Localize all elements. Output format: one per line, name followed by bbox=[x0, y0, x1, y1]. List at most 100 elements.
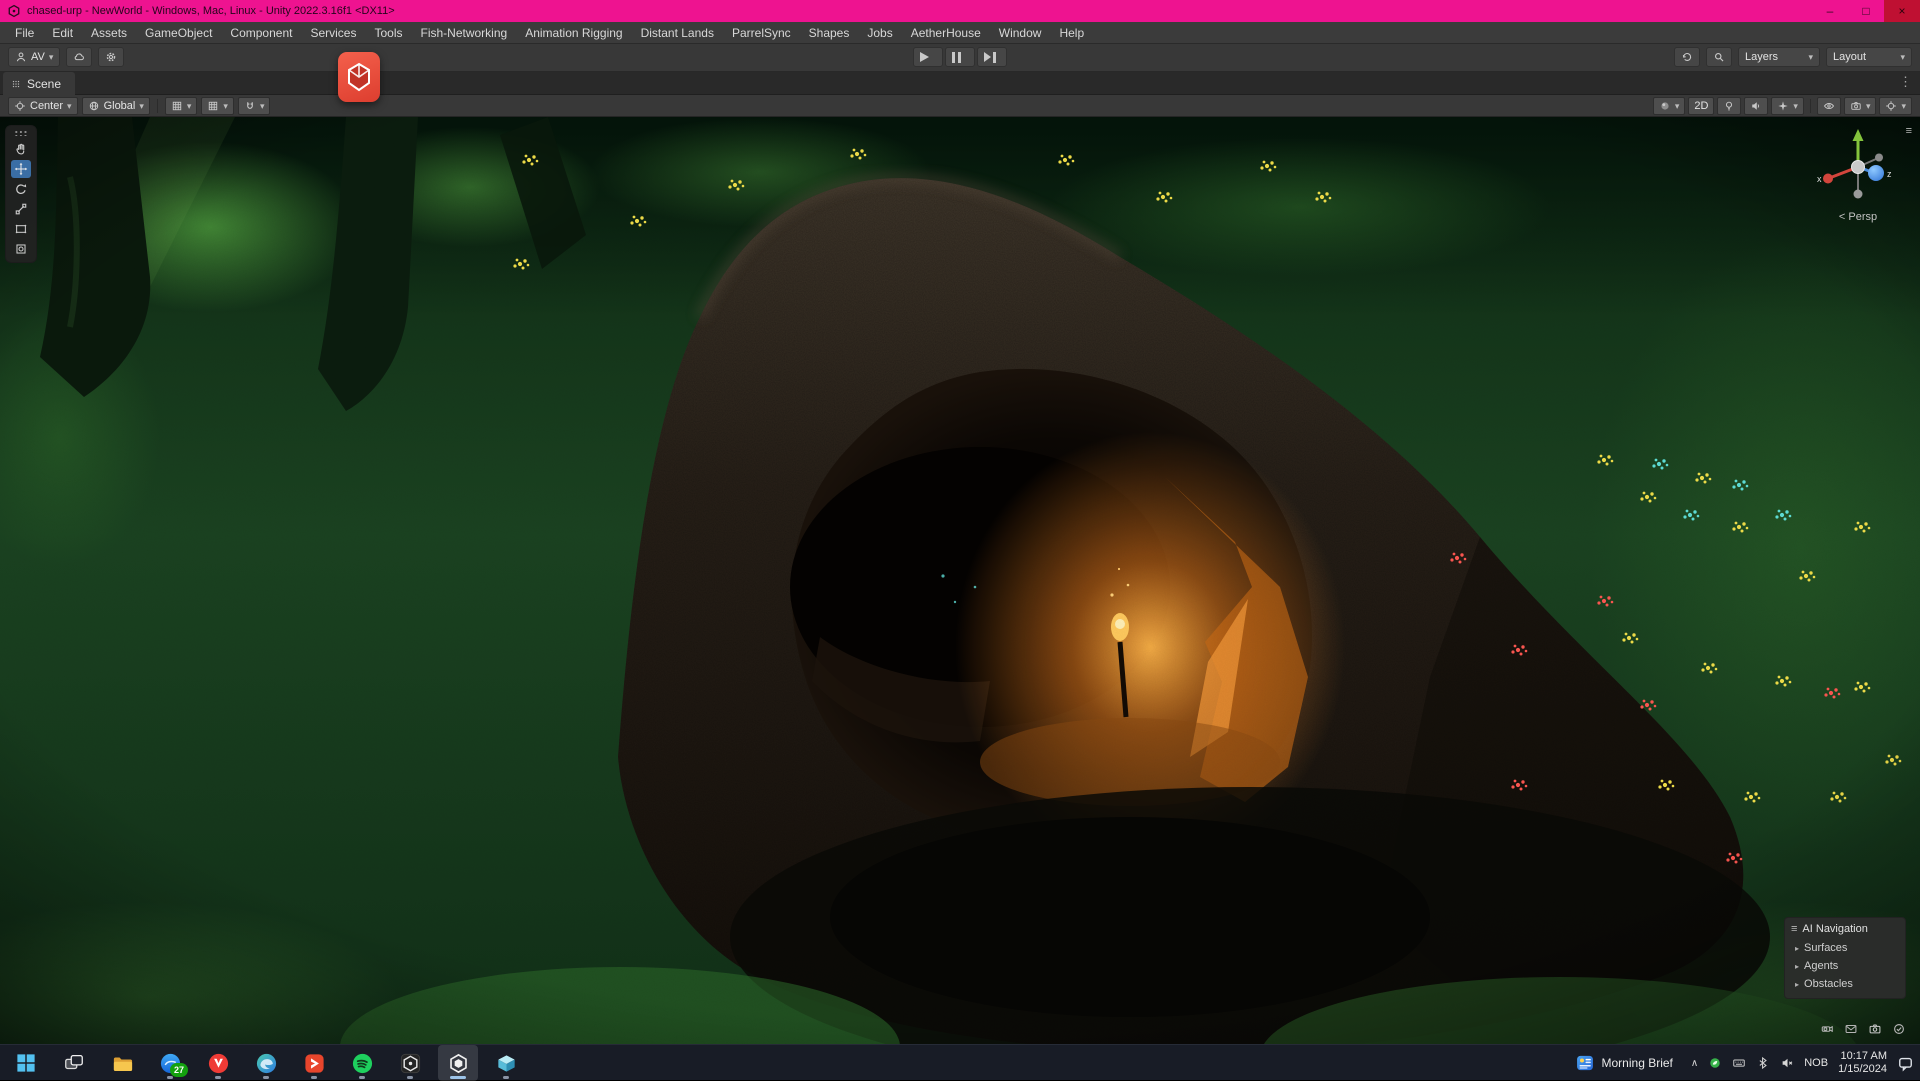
person-icon bbox=[15, 51, 27, 63]
file-explorer-button[interactable] bbox=[102, 1045, 142, 1081]
overlay-mail-icon[interactable] bbox=[1844, 1022, 1858, 1036]
volume-muted-icon[interactable] bbox=[1780, 1056, 1794, 1070]
overlay-check-icon[interactable] bbox=[1892, 1022, 1906, 1036]
grid-snapping-dropdown[interactable]: ▾ bbox=[165, 97, 198, 115]
spotify-button[interactable] bbox=[342, 1045, 382, 1081]
keyboard-language-label[interactable]: NOB bbox=[1804, 1057, 1828, 1069]
layout-dropdown[interactable]: Layout ▾ bbox=[1826, 47, 1912, 67]
layers-dropdown[interactable]: Layers ▾ bbox=[1738, 47, 1820, 67]
projection-label[interactable]: < Persp bbox=[1812, 211, 1904, 223]
tab-scene[interactable]: Scene bbox=[3, 72, 75, 95]
browser-button-with-badge[interactable]: 27 bbox=[150, 1045, 190, 1081]
cloud-button[interactable] bbox=[66, 47, 92, 67]
play-icon bbox=[920, 52, 929, 62]
menu-window[interactable]: Window bbox=[990, 22, 1051, 44]
orientation-dropdown[interactable]: Global ▾ bbox=[82, 97, 150, 115]
rect-tool[interactable] bbox=[11, 220, 31, 238]
scene-visibility-button[interactable] bbox=[1817, 97, 1841, 115]
neg-x-handle[interactable] bbox=[1875, 154, 1883, 162]
neg-y-handle[interactable] bbox=[1854, 190, 1863, 199]
menu-distant-lands[interactable]: Distant Lands bbox=[632, 22, 723, 44]
kite-button[interactable] bbox=[294, 1045, 334, 1081]
gizmos-dropdown[interactable]: ▾ bbox=[1879, 97, 1912, 115]
pause-button[interactable] bbox=[945, 47, 975, 67]
z-axis-handle[interactable] bbox=[1868, 165, 1884, 181]
overlay-camera-icon[interactable] bbox=[1868, 1022, 1882, 1036]
pause-icon bbox=[952, 52, 961, 63]
tray-chevron-up-icon[interactable]: ∧ bbox=[1691, 1058, 1698, 1069]
rotate-tool[interactable] bbox=[11, 180, 31, 198]
grid-visibility-dropdown[interactable]: ▾ bbox=[201, 97, 234, 115]
menu-component[interactable]: Component bbox=[221, 22, 301, 44]
clock[interactable]: 10:17 AM 1/15/2024 bbox=[1838, 1050, 1887, 1076]
toggle-2d-button[interactable]: 2D bbox=[1688, 97, 1714, 115]
ai-navigation-panel[interactable]: ≡ AI Navigation ▸ Surfaces ▸ Agents ▸ Ob… bbox=[1784, 917, 1906, 999]
minimize-button[interactable]: – bbox=[1812, 0, 1848, 22]
search-button[interactable] bbox=[1706, 47, 1732, 67]
undo-history-button[interactable] bbox=[1674, 47, 1700, 67]
menu-jobs[interactable]: Jobs bbox=[858, 22, 901, 44]
menu-services[interactable]: Services bbox=[301, 22, 365, 44]
transform-tool[interactable] bbox=[11, 240, 31, 258]
services-button[interactable] bbox=[98, 47, 124, 67]
ai-nav-obstacles[interactable]: ▸ Obstacles bbox=[1791, 975, 1899, 993]
tools-overlay[interactable] bbox=[5, 125, 37, 263]
hamburger-icon[interactable]: ≡ bbox=[1791, 923, 1797, 935]
x-axis-handle[interactable] bbox=[1823, 174, 1833, 184]
task-view-button[interactable] bbox=[54, 1045, 94, 1081]
speaker-icon bbox=[1750, 100, 1762, 112]
tray-bluetooth-icon[interactable] bbox=[1756, 1056, 1770, 1070]
play-button[interactable] bbox=[913, 47, 943, 67]
overlay-projector-icon[interactable] bbox=[1820, 1022, 1834, 1036]
tray-keyboard-icon[interactable] bbox=[1732, 1056, 1746, 1070]
audio-toggle-button[interactable] bbox=[1744, 97, 1768, 115]
menu-gameobject[interactable]: GameObject bbox=[136, 22, 221, 44]
move-tool[interactable] bbox=[11, 160, 31, 178]
snap-settings-dropdown[interactable]: ▾ bbox=[238, 97, 271, 115]
menu-edit[interactable]: Edit bbox=[43, 22, 82, 44]
ai-nav-surfaces[interactable]: ▸ Surfaces bbox=[1791, 939, 1899, 957]
scene-viewport[interactable]: ≡ x z < Persp ≡ AI Navigation ▸ Surfaces… bbox=[0, 117, 1920, 1044]
menu-assets[interactable]: Assets bbox=[82, 22, 136, 44]
shading-mode-dropdown[interactable]: ▾ bbox=[1653, 97, 1686, 115]
unity-editor-button[interactable] bbox=[438, 1045, 478, 1081]
menu-fish-networking[interactable]: Fish-Networking bbox=[411, 22, 516, 44]
menu-aetherhouse[interactable]: AetherHouse bbox=[902, 22, 990, 44]
drag-handle-icon[interactable] bbox=[14, 130, 28, 136]
scale-tool[interactable] bbox=[11, 200, 31, 218]
folder-icon bbox=[111, 1052, 134, 1075]
menu-help[interactable]: Help bbox=[1050, 22, 1093, 44]
menu-file[interactable]: File bbox=[6, 22, 43, 44]
lighting-toggle-button[interactable] bbox=[1717, 97, 1741, 115]
effects-dropdown[interactable]: ▾ bbox=[1771, 97, 1804, 115]
scene-orientation-gizmo[interactable]: x z bbox=[1812, 121, 1904, 213]
menu-animation-rigging[interactable]: Animation Rigging bbox=[516, 22, 631, 44]
chevron-down-icon: ▾ bbox=[1793, 102, 1798, 111]
start-button[interactable] bbox=[6, 1045, 46, 1081]
y-axis-cone[interactable] bbox=[1853, 129, 1864, 141]
camera-settings-dropdown[interactable]: ▾ bbox=[1844, 97, 1877, 115]
overlay-menu-icon[interactable]: ≡ bbox=[1906, 125, 1912, 137]
floating-app-icon[interactable] bbox=[338, 52, 380, 102]
menu-parrelsync[interactable]: ParrelSync bbox=[723, 22, 800, 44]
pivot-dropdown[interactable]: Center ▾ bbox=[8, 97, 78, 115]
tray-green-app-icon[interactable] bbox=[1708, 1056, 1722, 1070]
tab-menu-icon[interactable]: ⋮ bbox=[1899, 74, 1912, 90]
cube-app-button[interactable] bbox=[486, 1045, 526, 1081]
window-titlebar[interactable]: chased-urp - NewWorld - Windows, Mac, Li… bbox=[0, 0, 1920, 22]
notification-center-icon[interactable] bbox=[1897, 1055, 1914, 1072]
ai-nav-agents[interactable]: ▸ Agents bbox=[1791, 957, 1899, 975]
view-hand-tool[interactable] bbox=[11, 140, 31, 158]
vivaldi-button[interactable] bbox=[198, 1045, 238, 1081]
menu-shapes[interactable]: Shapes bbox=[800, 22, 859, 44]
menu-tools[interactable]: Tools bbox=[365, 22, 411, 44]
edge-button[interactable] bbox=[246, 1045, 286, 1081]
account-dropdown[interactable]: AV ▾ bbox=[8, 47, 60, 67]
tab-bar: Scene ⋮ bbox=[0, 72, 1920, 95]
step-button[interactable] bbox=[977, 47, 1007, 67]
gizmo-center[interactable] bbox=[1852, 161, 1865, 174]
close-button[interactable]: × bbox=[1884, 0, 1920, 22]
maximize-button[interactable]: □ bbox=[1848, 0, 1884, 22]
unity-hub-button[interactable] bbox=[390, 1045, 430, 1081]
widgets-button[interactable]: Morning Brief bbox=[1567, 1050, 1681, 1076]
